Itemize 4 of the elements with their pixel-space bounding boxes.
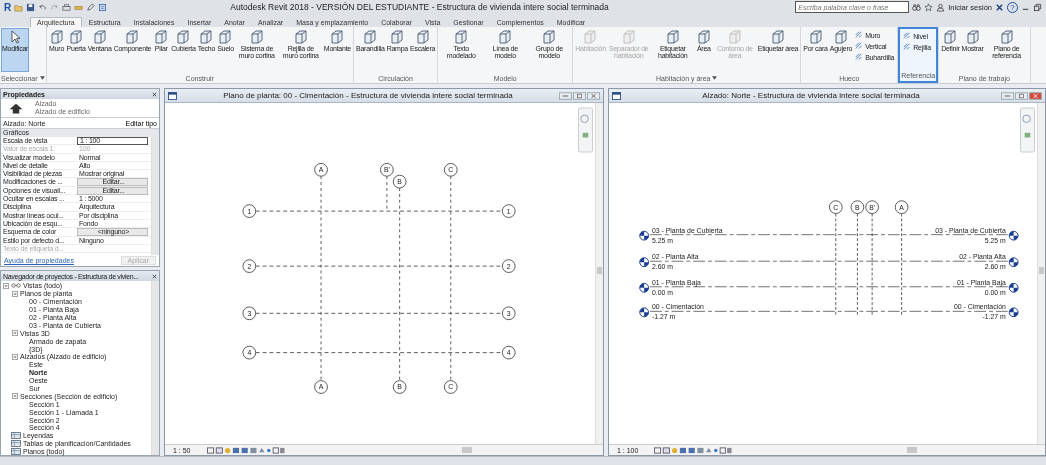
app-logo[interactable]: R: [4, 1, 12, 13]
window-title: Autodesk Revit 2018 - VERSIÓN DEL ESTUDIANTE - Estructura de vivienda intere social terminada: [230, 2, 610, 12]
view-title: Plano de planta: 00 - Cimentación - Estructura de vivienda intere social terminada: [222, 91, 514, 100]
view-title: Alzado: Norte - Estructura de vivienda intere social terminada: [701, 91, 921, 100]
